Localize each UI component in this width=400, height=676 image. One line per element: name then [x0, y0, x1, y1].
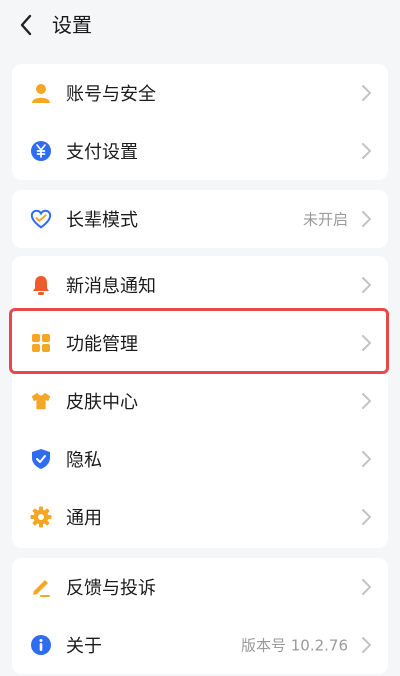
chevron-right-icon — [362, 143, 371, 159]
grid-icon — [30, 332, 52, 354]
elder-mode-status: 未开启 — [302, 210, 348, 229]
edit-icon — [30, 576, 52, 598]
settings-item-label: 账号与安全 — [66, 84, 156, 105]
settings-item-label: 长辈模式 — [66, 210, 138, 231]
info-icon — [30, 634, 52, 656]
settings-item-label: 支付设置 — [66, 142, 138, 163]
shield-icon — [30, 448, 52, 470]
account-group-card: 账号与安全 支付设置 — [12, 64, 388, 180]
heart-care-icon — [30, 208, 52, 230]
page-title: 设置 — [52, 13, 92, 37]
back-button[interactable] — [14, 12, 38, 38]
settings-item-notifications[interactable]: 新消息通知 — [12, 256, 388, 314]
yen-icon — [30, 140, 52, 162]
settings-item-payment[interactable]: 支付设置 — [12, 122, 388, 180]
support-group-card: 反馈与投诉 关于 版本号 10.2.76 — [12, 558, 388, 674]
settings-item-label: 新消息通知 — [66, 276, 156, 297]
settings-item-skin-center[interactable]: 皮肤中心 — [12, 372, 388, 430]
elder-mode-card: 长辈模式 未开启 — [12, 190, 388, 248]
bell-icon — [30, 274, 52, 296]
general-group-card: 新消息通知 功能管理 皮肤中心 隐私 通用 — [12, 256, 388, 548]
gear-icon — [30, 506, 52, 528]
settings-item-general[interactable]: 通用 — [12, 488, 388, 546]
settings-item-about[interactable]: 关于 版本号 10.2.76 — [12, 616, 388, 674]
chevron-left-icon — [20, 14, 32, 36]
settings-item-privacy[interactable]: 隐私 — [12, 430, 388, 488]
chevron-right-icon — [362, 393, 371, 409]
settings-item-label: 隐私 — [66, 450, 102, 471]
settings-item-feedback[interactable]: 反馈与投诉 — [12, 558, 388, 616]
settings-item-label: 皮肤中心 — [66, 392, 138, 413]
header-bar: 设置 — [0, 0, 400, 52]
chevron-right-icon — [362, 211, 371, 227]
chevron-right-icon — [362, 579, 371, 595]
settings-item-label: 反馈与投诉 — [66, 578, 156, 599]
settings-item-account-security[interactable]: 账号与安全 — [12, 64, 388, 122]
chevron-right-icon — [362, 335, 371, 351]
chevron-right-icon — [362, 451, 371, 467]
tshirt-icon — [30, 390, 52, 412]
settings-item-label: 通用 — [66, 508, 102, 529]
settings-item-feature-management[interactable]: 功能管理 — [12, 314, 388, 372]
chevron-right-icon — [362, 637, 371, 653]
settings-item-label: 功能管理 — [66, 334, 138, 355]
chevron-right-icon — [362, 85, 371, 101]
chevron-right-icon — [362, 509, 371, 525]
person-icon — [30, 82, 52, 104]
settings-item-label: 关于 — [66, 636, 102, 657]
version-number: 版本号 10.2.76 — [240, 636, 348, 655]
settings-item-elder-mode[interactable]: 长辈模式 未开启 — [12, 190, 388, 248]
chevron-right-icon — [362, 277, 371, 293]
